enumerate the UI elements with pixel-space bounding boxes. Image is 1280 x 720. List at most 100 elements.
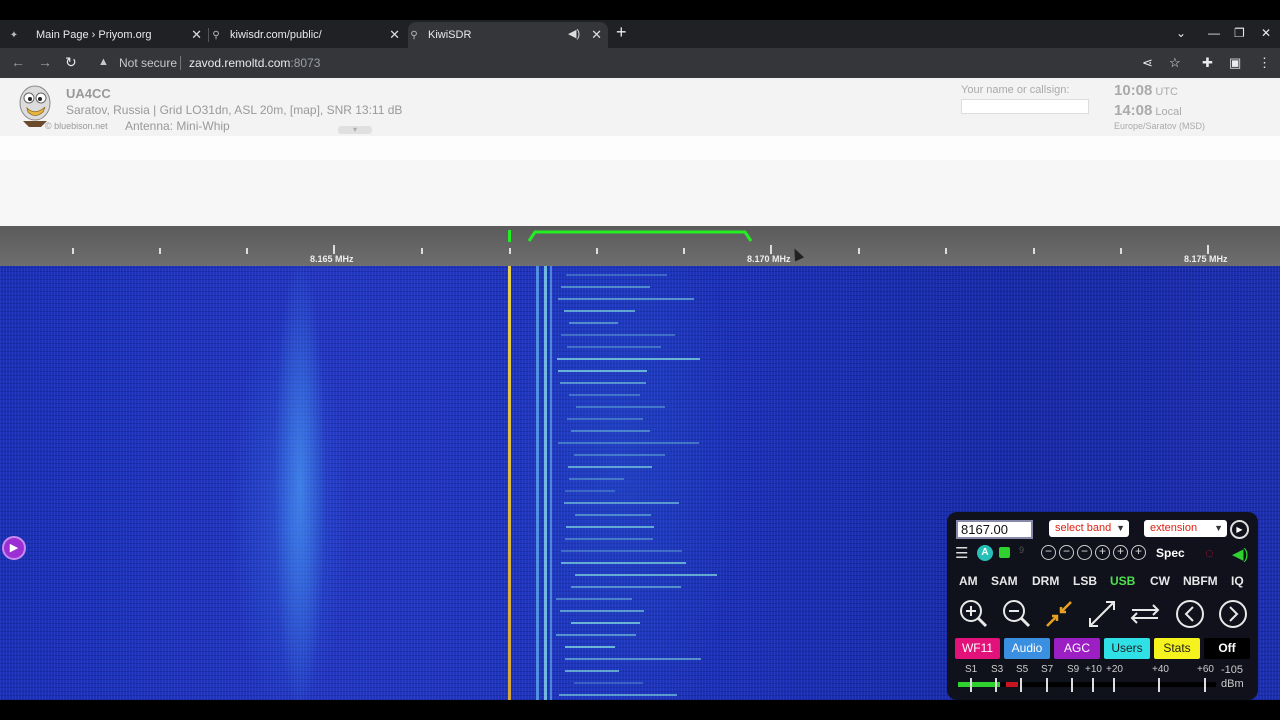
signal-dash bbox=[561, 562, 686, 564]
zoom-in-plus-icon[interactable]: + bbox=[1113, 545, 1128, 560]
passband-marker[interactable] bbox=[527, 230, 752, 242]
tab-stats[interactable]: Stats bbox=[1154, 638, 1200, 659]
browser-menu-icon[interactable]: ⋮ bbox=[1258, 55, 1271, 71]
signal-dash bbox=[575, 514, 651, 516]
menu-icon[interactable]: ☰ bbox=[955, 544, 968, 562]
signal-dash bbox=[559, 694, 677, 696]
share-icon[interactable]: ⋖ bbox=[1142, 55, 1153, 71]
scale-tick bbox=[159, 248, 161, 254]
signal-dash bbox=[567, 346, 661, 348]
toolbar-row: ☰ A 9 − − − + + + Spec ◌ ◀) bbox=[955, 545, 1255, 565]
zoom-out-minus-icon[interactable]: − bbox=[1077, 545, 1092, 560]
mode-am[interactable]: AM bbox=[959, 574, 978, 588]
scale-label: 8.165 MHz bbox=[310, 254, 354, 264]
new-tab-icon[interactable]: + bbox=[616, 22, 627, 43]
zoom-in-plus-icon[interactable]: + bbox=[1131, 545, 1146, 560]
security-status[interactable]: Not secure bbox=[119, 56, 177, 70]
zoom-max-out-icon[interactable] bbox=[1086, 598, 1118, 630]
play-icon[interactable]: ▶ bbox=[1230, 520, 1249, 539]
zoom-to-band-icon[interactable] bbox=[1043, 598, 1075, 630]
tab-agc[interactable]: AGC bbox=[1054, 638, 1100, 659]
mode-lsb[interactable]: LSB bbox=[1073, 574, 1097, 588]
minimize-icon[interactable]: — bbox=[1208, 26, 1220, 40]
tab-search-chevron-icon[interactable]: ⌄ bbox=[1176, 26, 1186, 40]
zoom-out-icon[interactable] bbox=[1000, 598, 1032, 630]
top-bar-area bbox=[0, 136, 1280, 160]
mode-nbfm[interactable]: NBFM bbox=[1183, 574, 1218, 588]
frequency-input[interactable]: 8167.00 bbox=[956, 520, 1033, 539]
s-meter-tick bbox=[1092, 678, 1094, 692]
zoom-out-minus-icon[interactable]: − bbox=[1041, 545, 1056, 560]
signal-dash bbox=[557, 358, 701, 360]
page-left-icon[interactable] bbox=[1174, 598, 1206, 630]
callsign-input[interactable] bbox=[961, 99, 1089, 114]
scale-tick bbox=[1207, 245, 1209, 254]
signal-dash bbox=[560, 550, 683, 552]
collapse-header-chevron-icon[interactable]: ▾ bbox=[338, 126, 372, 134]
signal-dash bbox=[573, 682, 643, 684]
url-divider bbox=[180, 56, 181, 70]
bookmark-star-icon[interactable]: ☆ bbox=[1169, 55, 1181, 71]
frequency-scale[interactable]: 8.165 MHz 8.170 MHz 8.175 MHz bbox=[0, 226, 1280, 266]
mode-drm[interactable]: DRM bbox=[1032, 574, 1059, 588]
mute-record-icon[interactable]: ◌ bbox=[1205, 545, 1214, 562]
carrier-marker[interactable] bbox=[508, 230, 511, 242]
tab-wf[interactable]: WF11 bbox=[955, 638, 1000, 659]
mode-sam[interactable]: SAM bbox=[991, 574, 1018, 588]
local-clock: 14:08 Local bbox=[1114, 102, 1182, 119]
s-meter-label: +20 bbox=[1106, 664, 1123, 675]
close-tab-icon[interactable]: ✕ bbox=[591, 27, 602, 43]
page-right-icon[interactable] bbox=[1217, 598, 1249, 630]
auto-button[interactable]: A bbox=[977, 545, 993, 561]
scale-tick bbox=[945, 248, 947, 254]
receiver-location[interactable]: Saratov, Russia | Grid LO31dn, ASL 20m, … bbox=[66, 103, 402, 117]
warning-icon[interactable]: ▲ bbox=[98, 56, 109, 68]
zoom-in-plus-icon[interactable]: + bbox=[1095, 545, 1110, 560]
close-tab-icon[interactable]: ✕ bbox=[191, 27, 202, 43]
edit-icon[interactable] bbox=[999, 547, 1010, 558]
signal-dash bbox=[565, 526, 655, 528]
scale-tick bbox=[333, 245, 335, 254]
address-bar: ← → ↻ ▲ Not secure zavod.remoltd.com:807… bbox=[0, 48, 1280, 78]
reload-icon[interactable]: ↻ bbox=[65, 54, 77, 71]
tab-kiwisdr[interactable]: ⚲ KiwiSDR ◀) ✕ bbox=[408, 22, 608, 48]
tab-users[interactable]: Users bbox=[1104, 638, 1150, 659]
tab-off[interactable]: Off bbox=[1204, 638, 1250, 659]
side-panel-icon[interactable]: ▣ bbox=[1229, 55, 1241, 71]
back-icon[interactable]: ← bbox=[11, 54, 25, 70]
forward-icon[interactable]: → bbox=[38, 54, 52, 70]
waterfall-play-icon[interactable]: ▶ bbox=[2, 536, 26, 560]
signal-dash bbox=[575, 406, 665, 408]
volume-icon[interactable]: ◀) bbox=[1232, 545, 1249, 563]
url-field[interactable]: zavod.remoltd.com:8073 bbox=[189, 56, 320, 70]
mode-usb[interactable]: USB bbox=[1110, 574, 1135, 588]
signal-dash bbox=[570, 622, 641, 624]
scale-tick bbox=[1120, 248, 1122, 254]
window-close-icon[interactable]: ✕ bbox=[1261, 26, 1271, 40]
receiver-header: UA4CC Saratov, Russia | Grid LO31dn, ASL… bbox=[0, 78, 1280, 136]
mode-cw[interactable]: CW bbox=[1150, 574, 1170, 588]
signal-dash bbox=[557, 298, 695, 300]
zoom-out-minus-icon[interactable]: − bbox=[1059, 545, 1074, 560]
browser-tab-bar: ✦ Main Page › Priyom.org ✕ ⚲ kiwisdr.com… bbox=[0, 20, 1280, 48]
extensions-icon[interactable]: ✚ bbox=[1202, 55, 1213, 71]
logo-credit-link[interactable]: © bluebison.net bbox=[45, 121, 108, 131]
restore-icon[interactable]: ❐ bbox=[1234, 26, 1245, 40]
signal-trace bbox=[544, 266, 547, 700]
extension-select[interactable]: extension ▼ bbox=[1144, 520, 1227, 537]
band-select[interactable]: select band ▼ bbox=[1049, 520, 1129, 537]
spectrum-display[interactable] bbox=[0, 160, 1280, 226]
s-meter-tick bbox=[995, 678, 997, 692]
step-icon[interactable]: 9 bbox=[1019, 545, 1024, 555]
speaker-icon[interactable]: ◀) bbox=[568, 27, 580, 40]
zoom-in-icon[interactable] bbox=[957, 598, 989, 630]
s-meter-tick bbox=[1158, 678, 1160, 692]
spec-button[interactable]: Spec bbox=[1156, 546, 1185, 560]
tab-audio[interactable]: Audio bbox=[1004, 638, 1050, 659]
close-tab-icon[interactable]: ✕ bbox=[389, 27, 400, 43]
tab-kiwisdr-public[interactable]: ⚲ kiwisdr.com/public/ ✕ bbox=[210, 22, 406, 48]
tab-priyom[interactable]: ✦ Main Page › Priyom.org ✕ bbox=[8, 22, 208, 48]
mode-iq[interactable]: IQ bbox=[1231, 574, 1244, 588]
swap-arrows-icon[interactable] bbox=[1129, 598, 1161, 630]
s-meter-tick bbox=[1020, 678, 1022, 692]
